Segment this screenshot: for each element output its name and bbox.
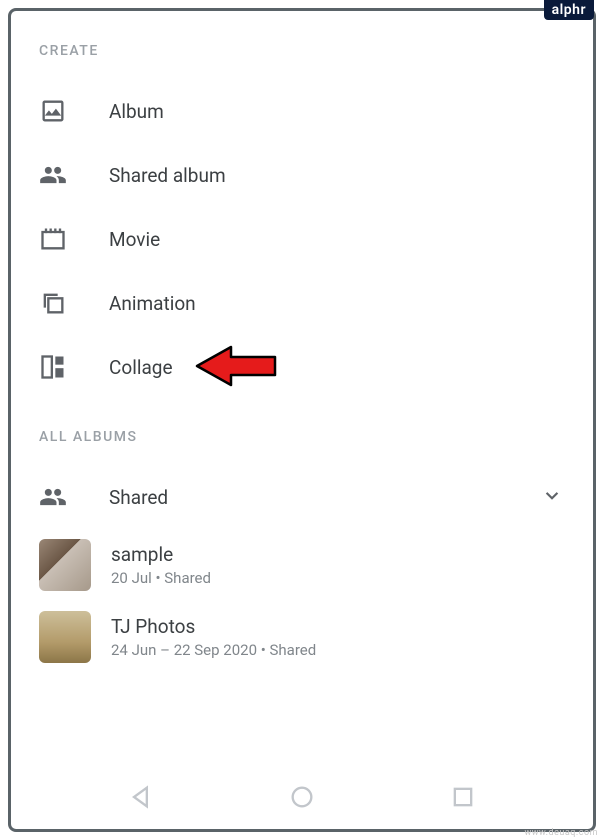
album-icon <box>39 97 67 125</box>
android-nav-bar <box>11 765 593 829</box>
animation-icon <box>39 289 67 317</box>
album-subtitle: 20 Jul • Shared <box>111 569 211 587</box>
shared-album-icon <box>39 161 67 189</box>
screen: CREATE Album Shared album Movie Animatio… <box>11 11 593 829</box>
nav-back-button[interactable] <box>127 783 155 811</box>
menu-label: Album <box>109 100 164 123</box>
album-item-sample[interactable]: sample 20 Jul • Shared <box>11 529 593 601</box>
create-album[interactable]: Album <box>11 79 593 143</box>
album-thumbnail <box>39 539 91 591</box>
nav-recent-button[interactable] <box>449 783 477 811</box>
album-title: TJ Photos <box>111 615 316 638</box>
create-movie[interactable]: Movie <box>11 207 593 271</box>
movie-icon <box>39 225 67 253</box>
all-albums-shared[interactable]: Shared <box>11 465 593 529</box>
nav-home-button[interactable] <box>288 783 316 811</box>
create-shared-album[interactable]: Shared album <box>11 143 593 207</box>
collage-icon <box>39 353 67 381</box>
album-item-tj-photos[interactable]: TJ Photos 24 Jun – 22 Sep 2020 • Shared <box>11 601 593 673</box>
watermark: www.deuaq.com <box>524 828 598 838</box>
menu-label: Collage <box>109 356 173 379</box>
menu-label: Animation <box>109 292 196 315</box>
create-animation[interactable]: Animation <box>11 271 593 335</box>
create-collage[interactable]: Collage <box>11 335 593 399</box>
album-subtitle: 24 Jun – 22 Sep 2020 • Shared <box>111 641 316 659</box>
album-title: sample <box>111 543 211 566</box>
all-albums-header: ALL ALBUMS <box>11 421 593 465</box>
menu-label: Shared album <box>109 164 226 187</box>
shared-icon <box>39 483 67 511</box>
device-frame: CREATE Album Shared album Movie Animatio… <box>8 8 596 832</box>
pointer-arrow-icon <box>191 339 281 393</box>
album-thumbnail <box>39 611 91 663</box>
menu-label: Shared <box>109 486 168 509</box>
menu-label: Movie <box>109 228 160 251</box>
alphr-badge: alphr <box>544 0 594 20</box>
chevron-down-icon <box>539 482 565 512</box>
create-header: CREATE <box>11 35 593 79</box>
